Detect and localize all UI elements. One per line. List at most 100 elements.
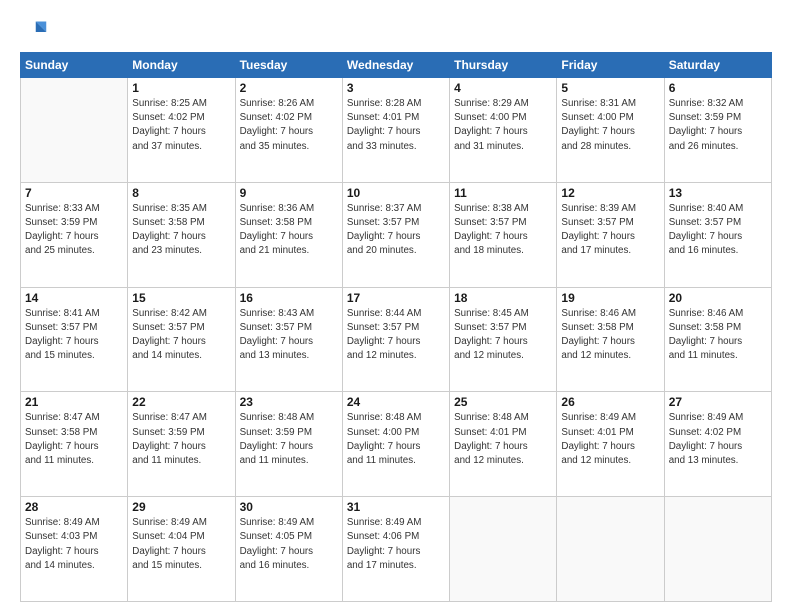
day-number: 20 <box>669 291 767 305</box>
day-number: 9 <box>240 186 338 200</box>
calendar-cell: 23 Sunrise: 8:48 AM Sunset: 3:59 PM Dayli… <box>235 392 342 497</box>
cell-info: Sunrise: 8:48 AM Sunset: 4:00 PM Dayligh… <box>347 411 445 468</box>
day-number: 25 <box>454 395 552 409</box>
day-number: 27 <box>669 395 767 409</box>
day-number: 13 <box>669 186 767 200</box>
cell-info: Sunrise: 8:49 AM Sunset: 4:01 PM Dayligh… <box>561 411 659 468</box>
calendar-cell: 12 Sunrise: 8:39 AM Sunset: 3:57 PM Dayli… <box>557 182 664 287</box>
day-number: 7 <box>25 186 123 200</box>
day-number: 12 <box>561 186 659 200</box>
cell-info: Sunrise: 8:41 AM Sunset: 3:57 PM Dayligh… <box>25 307 123 364</box>
calendar-cell: 6 Sunrise: 8:32 AM Sunset: 3:59 PM Daylig… <box>664 78 771 183</box>
day-number: 1 <box>132 81 230 95</box>
day-number: 6 <box>669 81 767 95</box>
day-number: 19 <box>561 291 659 305</box>
calendar-cell: 29 Sunrise: 8:49 AM Sunset: 4:04 PM Dayli… <box>128 497 235 602</box>
calendar-header: SundayMondayTuesdayWednesdayThursdayFrid… <box>21 53 772 78</box>
page: SundayMondayTuesdayWednesdayThursdayFrid… <box>0 0 792 612</box>
cell-info: Sunrise: 8:49 AM Sunset: 4:03 PM Dayligh… <box>25 516 123 573</box>
day-number: 3 <box>347 81 445 95</box>
calendar-cell <box>557 497 664 602</box>
week-row-2: 14 Sunrise: 8:41 AM Sunset: 3:57 PM Dayli… <box>21 287 772 392</box>
cell-info: Sunrise: 8:46 AM Sunset: 3:58 PM Dayligh… <box>561 307 659 364</box>
calendar-cell: 14 Sunrise: 8:41 AM Sunset: 3:57 PM Dayli… <box>21 287 128 392</box>
calendar-cell: 15 Sunrise: 8:42 AM Sunset: 3:57 PM Dayli… <box>128 287 235 392</box>
calendar-cell: 27 Sunrise: 8:49 AM Sunset: 4:02 PM Dayli… <box>664 392 771 497</box>
calendar-cell: 13 Sunrise: 8:40 AM Sunset: 3:57 PM Dayli… <box>664 182 771 287</box>
weekday-header-tuesday: Tuesday <box>235 53 342 78</box>
weekday-header-monday: Monday <box>128 53 235 78</box>
day-number: 15 <box>132 291 230 305</box>
calendar-cell: 18Sunrise: 8:45 AM Sunset: 3:57 PM Dayli… <box>450 287 557 392</box>
cell-info: Sunrise: 8:33 AM Sunset: 3:59 PM Dayligh… <box>25 202 123 259</box>
calendar-cell <box>450 497 557 602</box>
cell-info: Sunrise: 8:40 AM Sunset: 3:57 PM Dayligh… <box>669 202 767 259</box>
weekday-header-thursday: Thursday <box>450 53 557 78</box>
week-row-4: 28 Sunrise: 8:49 AM Sunset: 4:03 PM Dayli… <box>21 497 772 602</box>
calendar-cell: 7 Sunrise: 8:33 AM Sunset: 3:59 PM Daylig… <box>21 182 128 287</box>
cell-info: Sunrise: 8:36 AM Sunset: 3:58 PM Dayligh… <box>240 202 338 259</box>
calendar-cell <box>664 497 771 602</box>
cell-info: Sunrise: 8:31 AM Sunset: 4:00 PM Dayligh… <box>561 97 659 154</box>
day-number: 29 <box>132 500 230 514</box>
cell-info: Sunrise: 8:47 AM Sunset: 3:59 PM Dayligh… <box>132 411 230 468</box>
calendar-cell: 1 Sunrise: 8:25 AM Sunset: 4:02 PM Daylig… <box>128 78 235 183</box>
week-row-0: 1 Sunrise: 8:25 AM Sunset: 4:02 PM Daylig… <box>21 78 772 183</box>
cell-info: Sunrise: 8:48 AM Sunset: 4:01 PM Dayligh… <box>454 411 552 468</box>
cell-info: Sunrise: 8:32 AM Sunset: 3:59 PM Dayligh… <box>669 97 767 154</box>
calendar-cell: 9 Sunrise: 8:36 AM Sunset: 3:58 PM Daylig… <box>235 182 342 287</box>
calendar-cell: 2Sunrise: 8:26 AM Sunset: 4:02 PM Daylig… <box>235 78 342 183</box>
day-number: 22 <box>132 395 230 409</box>
cell-info: Sunrise: 8:49 AM Sunset: 4:05 PM Dayligh… <box>240 516 338 573</box>
day-number: 4 <box>454 81 552 95</box>
calendar-cell: 8 Sunrise: 8:35 AM Sunset: 3:58 PM Daylig… <box>128 182 235 287</box>
day-number: 14 <box>25 291 123 305</box>
calendar-cell: 3 Sunrise: 8:28 AM Sunset: 4:01 PM Daylig… <box>342 78 449 183</box>
cell-info: Sunrise: 8:49 AM Sunset: 4:02 PM Dayligh… <box>669 411 767 468</box>
day-number: 24 <box>347 395 445 409</box>
calendar-cell: 21Sunrise: 8:47 AM Sunset: 3:58 PM Dayli… <box>21 392 128 497</box>
calendar: SundayMondayTuesdayWednesdayThursdayFrid… <box>20 52 772 602</box>
day-number: 23 <box>240 395 338 409</box>
cell-info: Sunrise: 8:49 AM Sunset: 4:06 PM Dayligh… <box>347 516 445 573</box>
logo-icon <box>20 18 48 46</box>
cell-info: Sunrise: 8:43 AM Sunset: 3:57 PM Dayligh… <box>240 307 338 364</box>
logo <box>20 18 52 46</box>
day-number: 10 <box>347 186 445 200</box>
calendar-cell: 24 Sunrise: 8:48 AM Sunset: 4:00 PM Dayli… <box>342 392 449 497</box>
cell-info: Sunrise: 8:35 AM Sunset: 3:58 PM Dayligh… <box>132 202 230 259</box>
weekday-header-saturday: Saturday <box>664 53 771 78</box>
cell-info: Sunrise: 8:49 AM Sunset: 4:04 PM Dayligh… <box>132 516 230 573</box>
calendar-cell: 16 Sunrise: 8:43 AM Sunset: 3:57 PM Dayli… <box>235 287 342 392</box>
day-number: 5 <box>561 81 659 95</box>
calendar-cell: 11Sunrise: 8:38 AM Sunset: 3:57 PM Dayli… <box>450 182 557 287</box>
cell-info: Sunrise: 8:46 AM Sunset: 3:58 PM Dayligh… <box>669 307 767 364</box>
weekday-header-friday: Friday <box>557 53 664 78</box>
day-number: 21 <box>25 395 123 409</box>
cell-info: Sunrise: 8:25 AM Sunset: 4:02 PM Dayligh… <box>132 97 230 154</box>
cell-info: Sunrise: 8:28 AM Sunset: 4:01 PM Dayligh… <box>347 97 445 154</box>
day-number: 26 <box>561 395 659 409</box>
calendar-cell: 31 Sunrise: 8:49 AM Sunset: 4:06 PM Dayli… <box>342 497 449 602</box>
day-number: 16 <box>240 291 338 305</box>
day-number: 8 <box>132 186 230 200</box>
day-number: 31 <box>347 500 445 514</box>
week-row-3: 21Sunrise: 8:47 AM Sunset: 3:58 PM Dayli… <box>21 392 772 497</box>
cell-info: Sunrise: 8:37 AM Sunset: 3:57 PM Dayligh… <box>347 202 445 259</box>
calendar-cell: 4Sunrise: 8:29 AM Sunset: 4:00 PM Daylig… <box>450 78 557 183</box>
weekday-row: SundayMondayTuesdayWednesdayThursdayFrid… <box>21 53 772 78</box>
cell-info: Sunrise: 8:39 AM Sunset: 3:57 PM Dayligh… <box>561 202 659 259</box>
cell-info: Sunrise: 8:42 AM Sunset: 3:57 PM Dayligh… <box>132 307 230 364</box>
calendar-cell: 10 Sunrise: 8:37 AM Sunset: 3:57 PM Dayli… <box>342 182 449 287</box>
cell-info: Sunrise: 8:26 AM Sunset: 4:02 PM Dayligh… <box>240 97 338 154</box>
calendar-cell: 19 Sunrise: 8:46 AM Sunset: 3:58 PM Dayli… <box>557 287 664 392</box>
calendar-cell: 30 Sunrise: 8:49 AM Sunset: 4:05 PM Dayli… <box>235 497 342 602</box>
day-number: 11 <box>454 186 552 200</box>
cell-info: Sunrise: 8:45 AM Sunset: 3:57 PM Dayligh… <box>454 307 552 364</box>
cell-info: Sunrise: 8:48 AM Sunset: 3:59 PM Dayligh… <box>240 411 338 468</box>
day-number: 30 <box>240 500 338 514</box>
calendar-cell: 26 Sunrise: 8:49 AM Sunset: 4:01 PM Dayli… <box>557 392 664 497</box>
day-number: 28 <box>25 500 123 514</box>
weekday-header-wednesday: Wednesday <box>342 53 449 78</box>
calendar-cell: 20 Sunrise: 8:46 AM Sunset: 3:58 PM Dayli… <box>664 287 771 392</box>
